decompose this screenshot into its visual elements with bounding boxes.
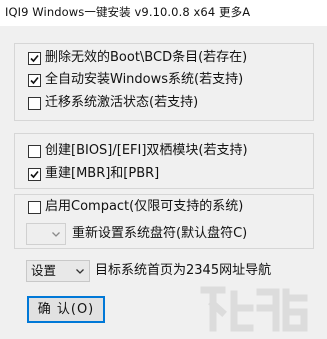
checkmark-icon <box>30 170 39 178</box>
enable-compact-label: 启用Compact(仅限可支持的系统) <box>45 199 244 214</box>
checkmark-icon <box>30 76 39 84</box>
window-title: IQI9 Windows一键安装 v9.10.0.8 x64 更多A <box>5 5 251 19</box>
watermark-logo <box>200 286 308 332</box>
auto-install-windows-label: 全自动安装Windows系统(若支持) <box>45 72 244 87</box>
checkbox-box[interactable] <box>28 73 41 87</box>
checkbox-box[interactable] <box>28 200 41 214</box>
confirm-button[interactable]: 确 认(O) <box>27 296 105 323</box>
delete-invalid-bcd-checkbox[interactable]: 删除无效的Boot\BCD条目(若存在) <box>28 50 247 66</box>
checkbox-box[interactable] <box>28 167 41 181</box>
drive-letter-select[interactable] <box>26 223 66 245</box>
homepage-setting-select[interactable]: 设置 <box>26 260 90 282</box>
rebuild-mbr-pbr-label: 重建[MBR]和[PBR] <box>45 166 160 181</box>
title-bar: IQI9 Windows一键安装 v9.10.0.8 x64 更多A <box>0 0 327 26</box>
create-bios-efi-checkbox[interactable]: 创建[BIOS]/[EFI]双栖模块(若支持) <box>28 143 248 159</box>
checkmark-icon <box>30 54 39 62</box>
homepage-label: 目标系统首页为2345网址导航 <box>95 263 272 278</box>
delete-invalid-bcd-label: 删除无效的Boot\BCD条目(若存在) <box>45 50 248 65</box>
reset-drive-letter-label: 重新设置系统盘符(默认盘符C) <box>72 226 248 241</box>
chevron-down-icon <box>76 269 84 274</box>
create-bios-efi-label: 创建[BIOS]/[EFI]双栖模块(若支持) <box>45 143 248 158</box>
checkbox-box[interactable] <box>28 51 41 65</box>
chevron-down-icon <box>52 232 60 237</box>
homepage-setting-value: 设置 <box>31 263 57 278</box>
migrate-activation-label: 迁移系统激活状态(若支持) <box>45 95 199 110</box>
enable-compact-checkbox[interactable]: 启用Compact(仅限可支持的系统) <box>28 199 243 215</box>
checkbox-box[interactable] <box>28 144 41 158</box>
rebuild-mbr-pbr-checkbox[interactable]: 重建[MBR]和[PBR] <box>28 166 159 182</box>
migrate-activation-checkbox[interactable]: 迁移系统激活状态(若支持) <box>28 95 198 111</box>
auto-install-windows-checkbox[interactable]: 全自动安装Windows系统(若支持) <box>28 72 243 88</box>
checkbox-box[interactable] <box>28 96 41 110</box>
